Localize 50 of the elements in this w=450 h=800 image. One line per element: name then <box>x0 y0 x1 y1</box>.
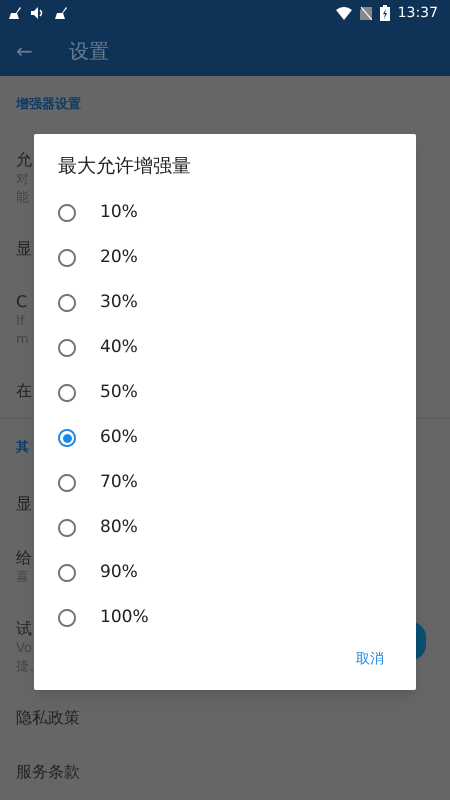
radio-button[interactable] <box>58 474 76 492</box>
radio-button[interactable] <box>58 249 76 267</box>
cancel-button[interactable]: 取消 <box>348 640 392 678</box>
setting-title: 试 <box>16 618 32 640</box>
page-title: 设置 <box>68 38 109 65</box>
radio-button[interactable] <box>58 384 76 402</box>
radio-button[interactable] <box>58 429 76 447</box>
setting-title: 服务条款 <box>16 761 80 783</box>
setting-title: C <box>16 291 28 313</box>
radio-option[interactable]: 60% <box>34 416 416 460</box>
option-label: 10% <box>100 201 138 224</box>
radio-button[interactable] <box>58 204 76 222</box>
radio-option[interactable]: 100% <box>34 596 416 640</box>
option-label: 100% <box>100 606 149 630</box>
dialog-title: 最大允许增强量 <box>57 154 192 179</box>
clock-time: 13:37 <box>398 4 439 22</box>
option-label: 60% <box>100 426 138 450</box>
no-sim-icon <box>360 6 372 20</box>
battery-icon <box>380 5 390 21</box>
setting-title: 允 <box>16 149 32 171</box>
option-label: 40% <box>100 336 138 360</box>
option-label: 20% <box>100 246 138 270</box>
radio-option[interactable]: 50% <box>34 370 416 416</box>
radio-button[interactable] <box>58 339 76 357</box>
radio-option[interactable]: 90% <box>34 550 416 596</box>
setting-title: 给 <box>16 547 32 569</box>
option-label: 70% <box>100 471 138 494</box>
option-label: 30% <box>100 291 138 314</box>
radio-option[interactable]: 70% <box>34 460 416 506</box>
radio-button[interactable] <box>58 519 76 537</box>
radio-option[interactable]: 30% <box>34 280 416 326</box>
broom-icon <box>54 6 68 20</box>
section-header: 其 <box>16 439 29 458</box>
radio-option[interactable]: 40% <box>34 326 416 370</box>
section-header: 增强器设置 <box>16 96 81 114</box>
setting-title: 隐私政策 <box>16 707 80 729</box>
setting-title: 显 <box>16 238 32 260</box>
setting-title: 显 <box>16 493 32 515</box>
setting-title: 在 <box>16 380 32 402</box>
radio-button[interactable] <box>58 564 76 582</box>
broom-icon <box>8 6 22 20</box>
option-label: 90% <box>100 561 138 584</box>
radio-button[interactable] <box>58 609 76 627</box>
radio-option[interactable]: 20% <box>34 236 416 280</box>
radio-option[interactable]: 80% <box>34 506 416 550</box>
radio-button[interactable] <box>58 294 76 312</box>
radio-option[interactable]: 10% <box>34 190 416 236</box>
option-label: 80% <box>100 516 138 540</box>
wifi-icon <box>336 6 352 20</box>
option-label: 50% <box>100 381 138 404</box>
